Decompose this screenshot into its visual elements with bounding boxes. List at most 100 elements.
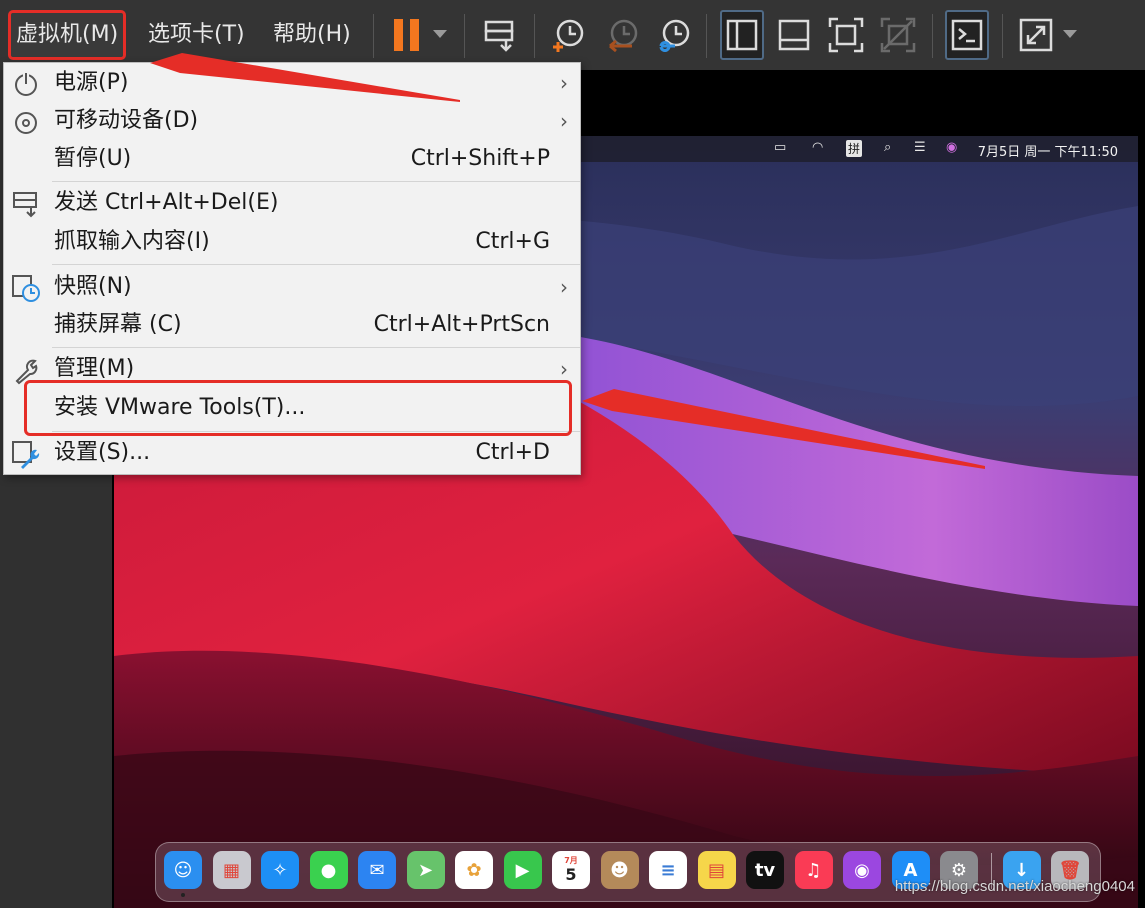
dock-app-launchpad[interactable]: ▦ bbox=[212, 851, 251, 889]
highlight-install-vmware-tools bbox=[24, 380, 572, 436]
dock-app-contacts[interactable]: ☻ bbox=[600, 851, 639, 889]
contacts-icon: ☻ bbox=[610, 859, 629, 881]
toolbar-separator bbox=[932, 14, 933, 58]
calendar-month-label: 7月 bbox=[564, 855, 578, 865]
dock-app-photos[interactable]: ✿ bbox=[455, 851, 493, 889]
send-ctrl-alt-del-button[interactable] bbox=[478, 10, 522, 60]
fullscreen-icon bbox=[828, 17, 864, 53]
running-indicator bbox=[181, 893, 185, 897]
dock-app-mail[interactable]: ✉ bbox=[358, 851, 396, 889]
stretch-guest-button[interactable] bbox=[1014, 10, 1058, 60]
menu-item-snapshot[interactable]: 快照(N) › bbox=[4, 269, 580, 305]
unity-disabled-icon bbox=[880, 17, 916, 53]
pause-dropdown-icon[interactable] bbox=[433, 30, 447, 38]
toolbar-separator bbox=[706, 14, 707, 58]
dock-app-apple-tv[interactable]: tv bbox=[746, 851, 784, 889]
vmware-toolbar: 虚拟机(M) 选项卡(T) 帮助(H) bbox=[0, 0, 1145, 70]
siri-icon[interactable]: ◉ bbox=[946, 140, 957, 155]
snapshot-manager-icon bbox=[659, 19, 690, 52]
menu-separator bbox=[52, 347, 580, 348]
safari-icon: ✧ bbox=[272, 859, 288, 881]
menu-item-shortcut: Ctrl+D bbox=[475, 440, 550, 465]
sidebar-layout-icon bbox=[726, 19, 758, 51]
snapshot-manager-button[interactable] bbox=[652, 10, 696, 60]
maps-icon: ➤ bbox=[417, 859, 434, 881]
dock-app-facetime[interactable]: ▶ bbox=[503, 851, 542, 889]
menu-item-label: 捕获屏幕 (C) bbox=[54, 312, 182, 337]
toolbar-separator bbox=[534, 14, 535, 58]
calendar-icon: 5 bbox=[565, 864, 577, 884]
bottom-bar-layout-icon bbox=[778, 19, 810, 51]
send-keys-icon bbox=[13, 192, 37, 218]
stretch-dropdown-icon[interactable] bbox=[1063, 30, 1077, 38]
menu-item-pause[interactable]: 暂停(U) Ctrl+Shift+P bbox=[4, 141, 580, 177]
menu-virtual-machine[interactable]: 虚拟机(M) bbox=[8, 10, 127, 60]
photos-icon: ✿ bbox=[466, 859, 482, 881]
wifi-icon[interactable]: ◠ bbox=[812, 140, 823, 155]
menu-item-shortcut: Ctrl+Alt+PrtScn bbox=[373, 312, 550, 337]
menu-item-capture-screen[interactable]: 捕获屏幕 (C) Ctrl+Alt+PrtScn bbox=[4, 307, 580, 343]
podcasts-icon: ◉ bbox=[854, 859, 870, 881]
music-icon: ♫ bbox=[805, 859, 822, 881]
apple-tv-icon: tv bbox=[754, 859, 776, 881]
show-thumbnail-bar-button[interactable] bbox=[772, 10, 816, 60]
revert-snapshot-button[interactable] bbox=[600, 10, 644, 60]
menu-item-label: 抓取输入内容(I) bbox=[54, 229, 210, 254]
settings-icon bbox=[12, 441, 40, 469]
screen-mirroring-icon[interactable]: ▭ bbox=[774, 140, 786, 155]
launchpad-icon: ▦ bbox=[222, 859, 240, 881]
stretch-icon bbox=[1019, 18, 1053, 52]
pause-button[interactable] bbox=[385, 10, 429, 60]
full-screen-button[interactable] bbox=[824, 10, 868, 60]
dock-app-podcasts[interactable]: ◉ bbox=[843, 851, 881, 889]
console-view-button[interactable] bbox=[945, 10, 989, 60]
menu-item-label: 电源(P) bbox=[54, 70, 129, 95]
menu-item-settings[interactable]: 设置(S)... Ctrl+D bbox=[4, 435, 580, 471]
dock-app-notes[interactable]: ▤ bbox=[697, 851, 736, 889]
menu-item-removable-devices[interactable]: 可移动设备(D) › bbox=[4, 103, 580, 139]
menu-item-shortcut: Ctrl+G bbox=[475, 229, 550, 254]
toolbar-separator bbox=[1002, 14, 1003, 58]
menu-item-grab-input[interactable]: 抓取输入内容(I) Ctrl+G bbox=[4, 224, 580, 260]
toolbar-separator bbox=[464, 14, 465, 58]
snapshot-icon bbox=[12, 275, 40, 302]
dock-app-messages[interactable]: ● bbox=[309, 851, 348, 889]
mail-icon: ✉ bbox=[369, 859, 385, 881]
submenu-arrow-icon: › bbox=[560, 109, 568, 133]
notes-icon: ▤ bbox=[707, 859, 725, 881]
toolbar-separator bbox=[373, 14, 374, 58]
submenu-arrow-icon: › bbox=[560, 71, 568, 95]
dock-app-maps[interactable]: ➤ bbox=[406, 851, 445, 889]
dock-app-safari[interactable]: ✧ bbox=[261, 851, 299, 889]
pause-icon bbox=[394, 19, 419, 51]
menu-help[interactable]: 帮助(H) bbox=[273, 16, 351, 54]
menu-item-label: 暂停(U) bbox=[54, 146, 132, 171]
messages-icon: ● bbox=[320, 859, 337, 881]
menu-separator bbox=[52, 264, 580, 265]
menubar-clock[interactable]: 7月5日 周一 下午11:50 bbox=[978, 141, 1118, 160]
menu-item-shortcut: Ctrl+Shift+P bbox=[410, 146, 550, 171]
input-method-indicator[interactable]: 拼 bbox=[846, 140, 863, 157]
watermark: https://blog.csdn.net/xiaocheng0404 bbox=[894, 878, 1135, 895]
dock-app-calendar[interactable]: 7月 5 bbox=[552, 851, 590, 889]
submenu-arrow-icon: › bbox=[560, 275, 568, 299]
take-snapshot-button[interactable] bbox=[546, 10, 590, 60]
terminal-icon bbox=[951, 19, 983, 51]
menu-item-label: 设置(S)... bbox=[54, 440, 151, 465]
finder-icon: ☺ bbox=[173, 859, 193, 881]
facetime-icon: ▶ bbox=[515, 859, 530, 881]
menu-tabs[interactable]: 选项卡(T) bbox=[148, 16, 245, 54]
control-center-icon[interactable]: ☰ bbox=[914, 140, 926, 155]
menu-item-label: 发送 Ctrl+Alt+Del(E) bbox=[54, 190, 279, 215]
spotlight-search-icon[interactable]: ⌕ bbox=[884, 140, 891, 155]
removable-device-icon bbox=[15, 112, 37, 134]
reminders-icon: ≡ bbox=[660, 859, 676, 881]
menu-item-send-ctrl-alt-del[interactable]: 发送 Ctrl+Alt+Del(E) bbox=[4, 185, 580, 221]
unity-button[interactable] bbox=[876, 10, 920, 60]
menu-item-power[interactable]: 电源(P) › bbox=[4, 65, 580, 101]
show-library-button[interactable] bbox=[720, 10, 764, 60]
dock-app-finder[interactable]: ☺ bbox=[164, 851, 202, 889]
send-keys-icon bbox=[484, 20, 514, 52]
dock-app-music[interactable]: ♫ bbox=[794, 851, 833, 889]
dock-app-reminders[interactable]: ≡ bbox=[649, 851, 687, 889]
